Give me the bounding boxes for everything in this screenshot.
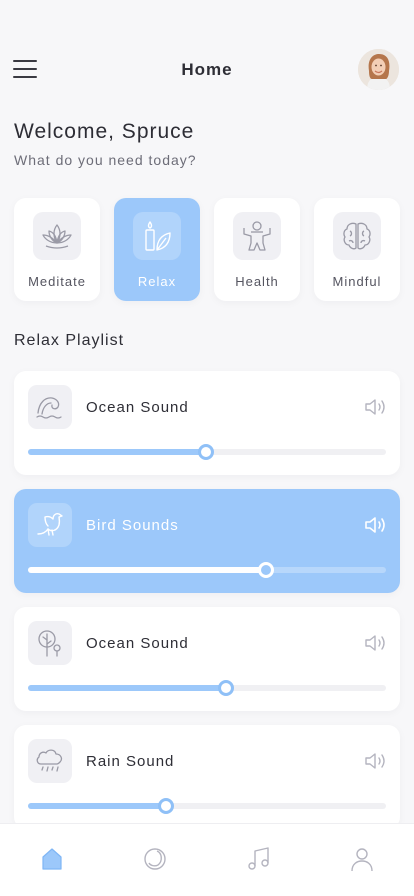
wave-icon (28, 385, 72, 429)
speaker-icon[interactable] (364, 515, 388, 535)
playlist-item[interactable]: Ocean Sound (14, 371, 400, 475)
speaker-icon[interactable] (364, 751, 388, 771)
category-label: Mindful (332, 274, 382, 289)
track-progress-slider[interactable] (28, 444, 386, 460)
lotus-icon (33, 212, 81, 260)
playlist-item[interactable]: Ocean Sound (14, 607, 400, 711)
track-name: Ocean Sound (86, 635, 189, 652)
category-label: Meditate (28, 274, 86, 289)
playlist-title: Relax Playlist (14, 332, 125, 349)
welcome-title: Welcome, Spruce (14, 120, 195, 143)
welcome-subtitle: What do you need today? (14, 152, 197, 168)
speaker-icon[interactable] (364, 633, 388, 653)
slider-handle[interactable] (217, 680, 234, 696)
candle-leaf-icon (133, 212, 181, 260)
track-progress-slider[interactable] (28, 680, 386, 696)
category-relax[interactable]: Relax (114, 198, 200, 301)
slider-handle[interactable] (258, 562, 275, 578)
person-icon (233, 212, 281, 260)
track-progress-slider[interactable] (28, 562, 386, 578)
avatar[interactable] (358, 49, 399, 90)
slider-fill (28, 449, 206, 455)
slider-handle[interactable] (158, 798, 175, 814)
category-health[interactable]: Health (214, 198, 300, 301)
brain-icon (333, 212, 381, 260)
category-meditate[interactable]: Meditate (14, 198, 100, 301)
moon-icon[interactable] (140, 844, 170, 874)
slider-fill (28, 567, 267, 573)
playlist-item[interactable]: Rain Sound (14, 725, 400, 829)
category-label: Relax (137, 274, 177, 289)
slider-handle[interactable] (197, 444, 214, 460)
bottom-tab-bar (0, 823, 414, 896)
slider-fill (28, 685, 226, 691)
track-name: Rain Sound (86, 753, 175, 770)
category-label: Health (235, 274, 279, 289)
rain-cloud-icon (28, 739, 72, 783)
profile-icon[interactable] (347, 844, 377, 874)
page-title: Home (181, 60, 233, 79)
category-mindful[interactable]: Mindful (314, 198, 400, 301)
playlist-item[interactable]: Bird Sounds (14, 489, 400, 593)
track-name: Bird Sounds (86, 517, 179, 534)
top-bar: Home (0, 44, 414, 94)
music-note-icon[interactable] (244, 844, 274, 874)
track-progress-slider[interactable] (28, 798, 386, 814)
tree-icon (28, 621, 72, 665)
bird-icon (28, 503, 72, 547)
track-name: Ocean Sound (86, 399, 189, 416)
speaker-icon[interactable] (364, 397, 388, 417)
slider-fill (28, 803, 167, 809)
home-icon[interactable] (37, 844, 67, 874)
